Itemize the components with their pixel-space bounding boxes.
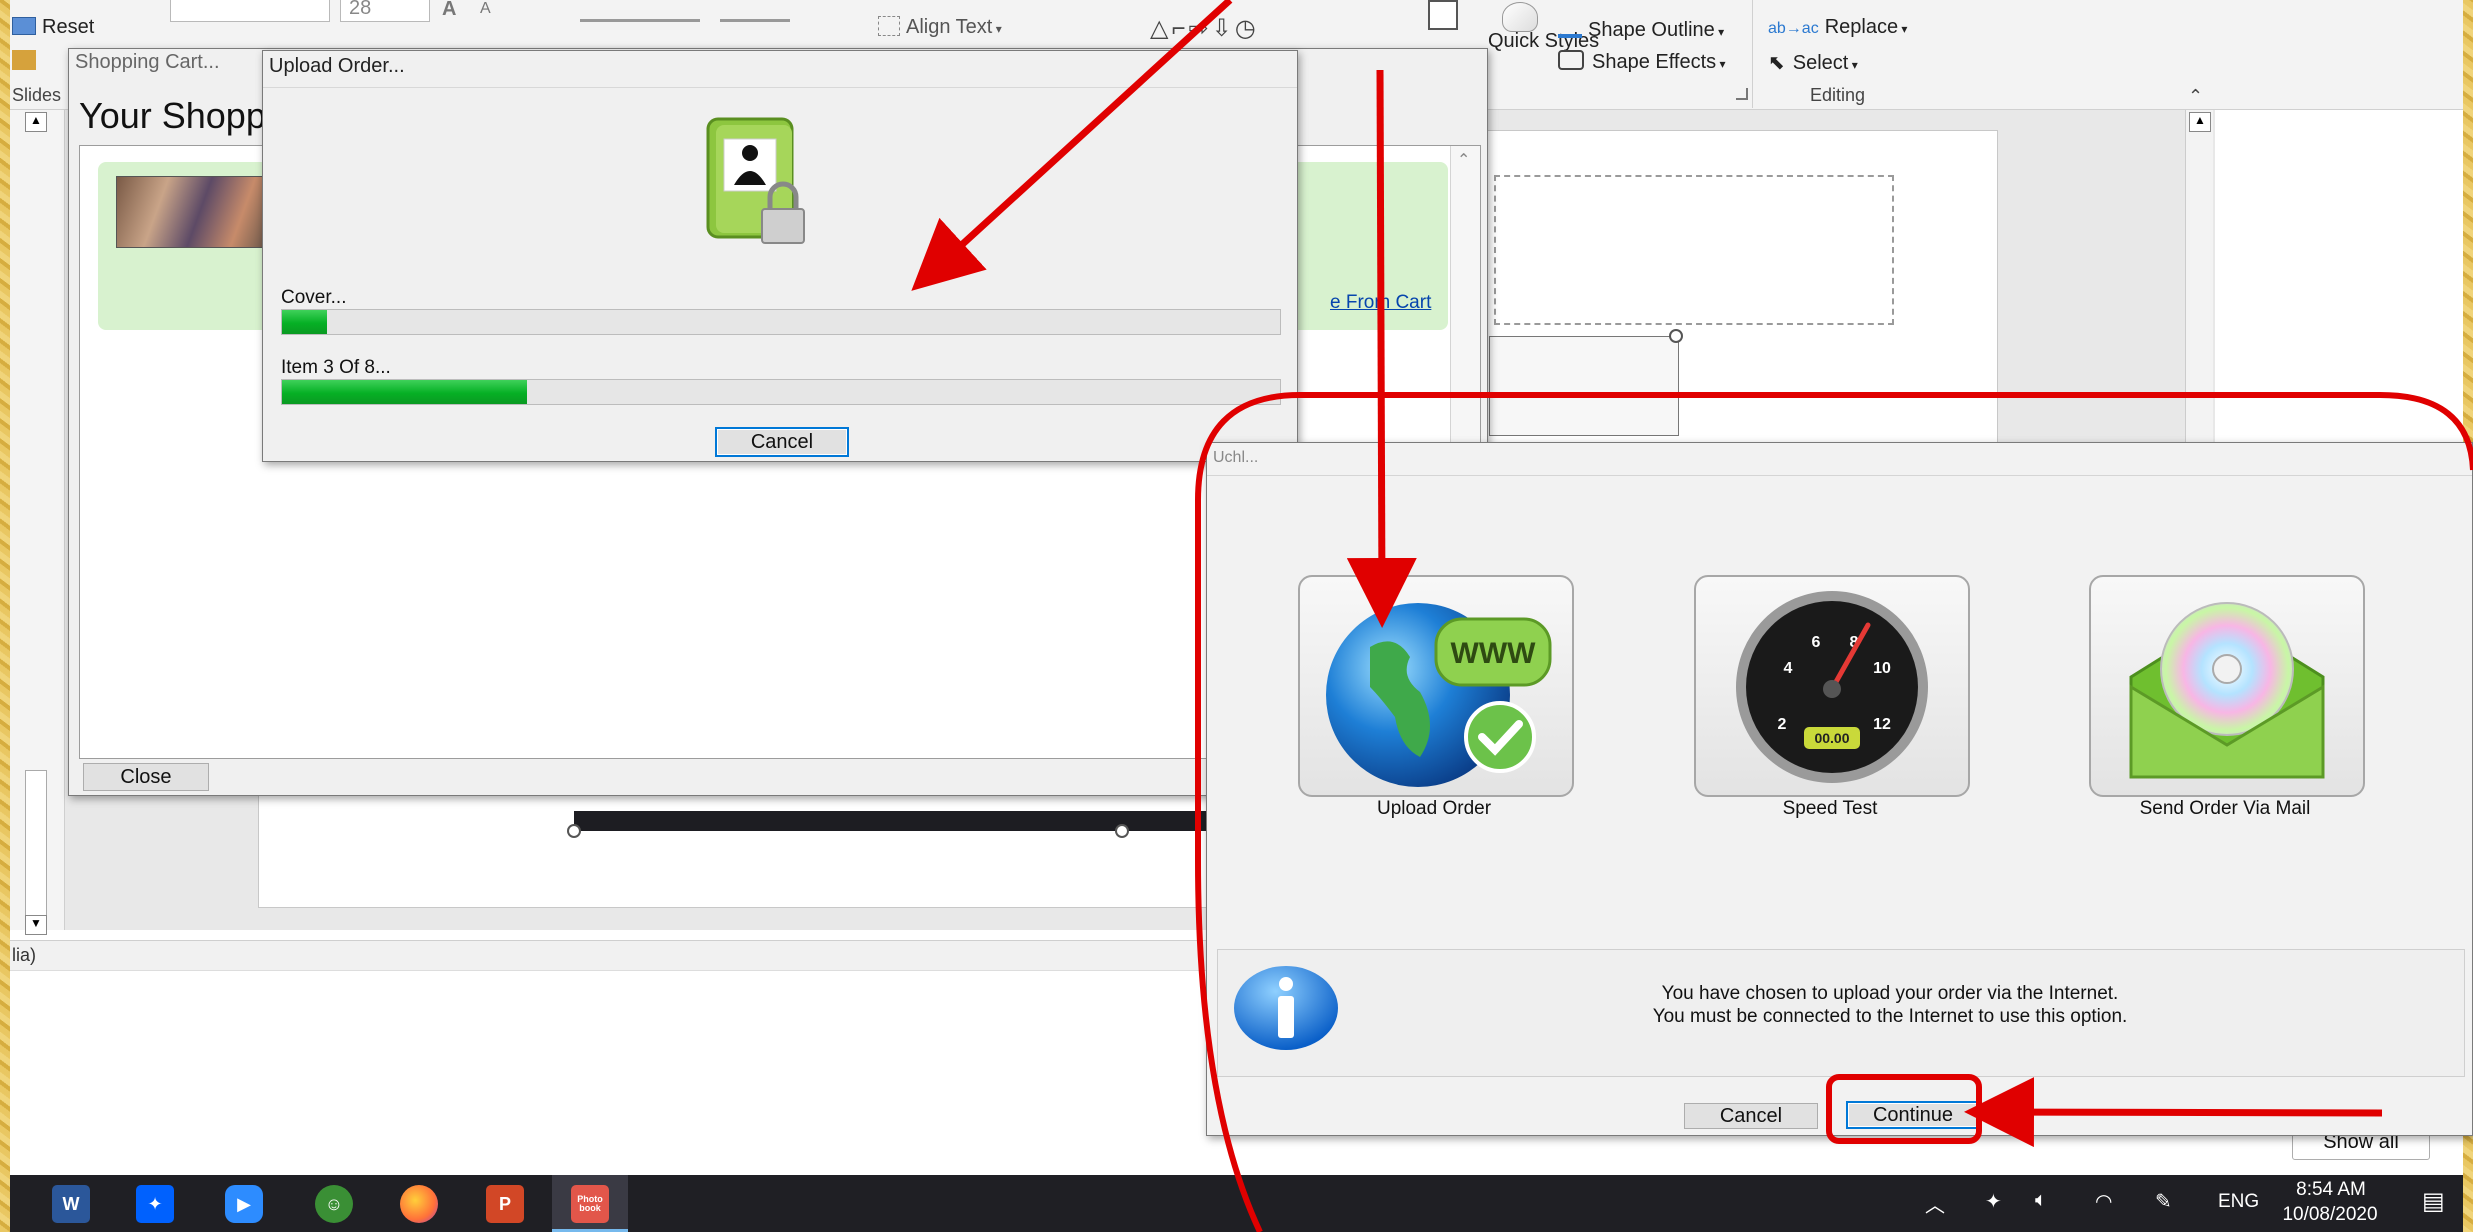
continue-highlight [1826, 1074, 1982, 1144]
annotation-overlay [911, 0, 2473, 1232]
annotation-arrow [1346, 69, 1417, 628]
photo-frame-background: Reset Slides 28 A A Align Text ▾ △⌐⇨⇩◷ Q… [0, 0, 2473, 1232]
annotation-arrow [1964, 1077, 2383, 1148]
annotation-outline [1195, 392, 2473, 1232]
annotation-arrow [911, 0, 1233, 291]
